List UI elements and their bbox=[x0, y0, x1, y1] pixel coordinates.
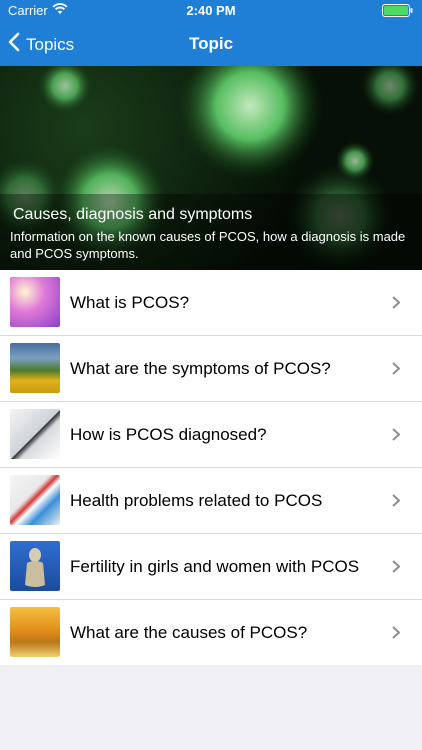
list-item[interactable]: What is PCOS? bbox=[0, 270, 422, 336]
flowers-thumbnail bbox=[10, 343, 60, 393]
hero-banner: Causes, diagnosis and symptoms Informati… bbox=[0, 66, 422, 270]
list-item[interactable]: What are the causes of PCOS? bbox=[0, 600, 422, 665]
medical-supplies-thumbnail bbox=[10, 475, 60, 525]
chevron-right-icon bbox=[392, 494, 401, 512]
chevron-right-icon bbox=[392, 296, 401, 314]
list-item[interactable]: How is PCOS diagnosed? bbox=[0, 402, 422, 468]
list-item-label: What is PCOS? bbox=[70, 292, 190, 312]
sparkle-thumbnail bbox=[10, 277, 60, 327]
stethoscope-thumbnail bbox=[10, 409, 60, 459]
list-item-label: What are the symptoms of PCOS? bbox=[70, 358, 331, 378]
hero-title: Causes, diagnosis and symptoms bbox=[13, 206, 253, 223]
chevron-right-icon bbox=[392, 362, 401, 380]
page-title: Topic bbox=[188, 34, 234, 53]
status-bar: Carrier 2:40 PM bbox=[0, 0, 422, 22]
hero-caption: Causes, diagnosis and symptoms Informati… bbox=[0, 194, 422, 270]
list-item[interactable]: What are the symptoms of PCOS? bbox=[0, 336, 422, 402]
hero-subtitle: Information on the known causes of PCOS,… bbox=[10, 229, 406, 261]
list-item-label: How is PCOS diagnosed? bbox=[70, 424, 267, 444]
chevron-right-icon bbox=[392, 428, 401, 446]
chevron-right-icon bbox=[392, 560, 401, 578]
chevron-right-icon bbox=[392, 626, 401, 644]
list-item-label: Fertility in girls and women with PCOS bbox=[70, 556, 360, 576]
list-item[interactable]: Health problems related to PCOS bbox=[0, 468, 422, 534]
list-item-label: What are the causes of PCOS? bbox=[70, 622, 308, 642]
topic-list: What is PCOS? What are the symptoms of P… bbox=[0, 270, 422, 665]
clock: 2:40 PM bbox=[186, 3, 236, 18]
navigation-bar: Carrier 2:40 PM Topics Topic bbox=[0, 0, 422, 66]
nav-row: Topics Topic bbox=[0, 22, 422, 66]
candles-thumbnail bbox=[10, 607, 60, 657]
list-item-label: Health problems related to PCOS bbox=[70, 490, 323, 510]
battery-icon bbox=[382, 4, 413, 17]
figurine-thumbnail bbox=[10, 541, 60, 591]
list-item[interactable]: Fertility in girls and women with PCOS bbox=[0, 534, 422, 600]
